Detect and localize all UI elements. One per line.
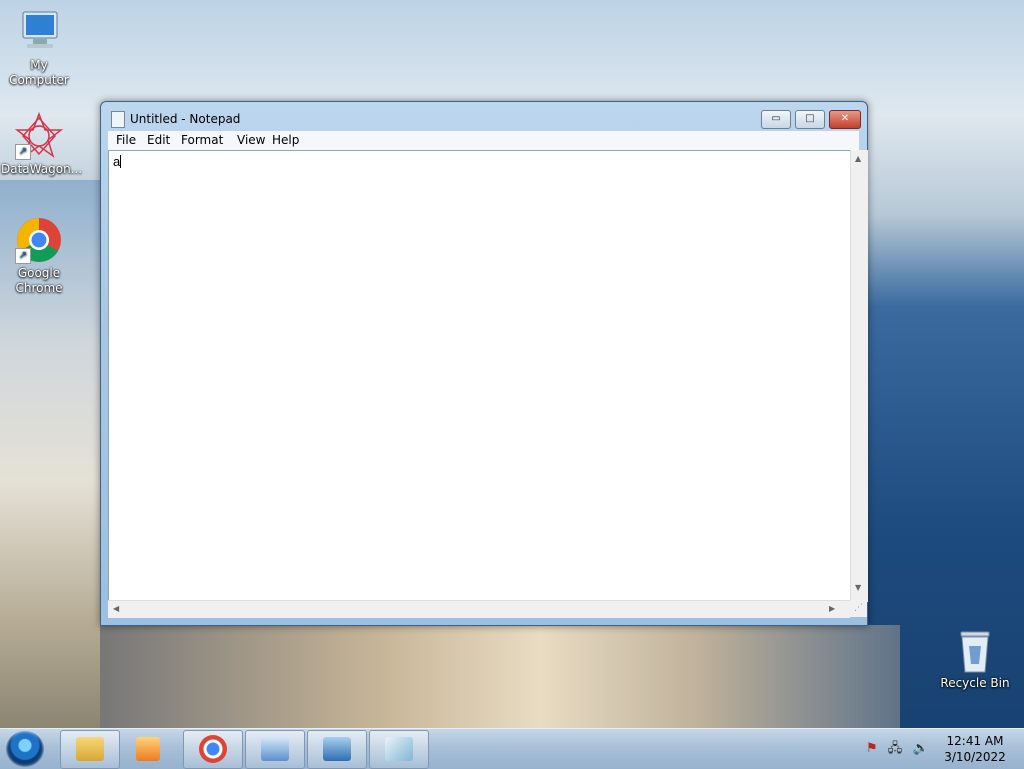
desktop-icon-my-computer[interactable]: My Computer: [1, 8, 77, 88]
menu-view[interactable]: View: [235, 133, 267, 147]
scroll-up-icon[interactable]: ▲: [855, 154, 861, 163]
taskbar-explorer[interactable]: [60, 730, 120, 769]
clock-time: 12:41 AM: [946, 734, 1004, 748]
scroll-down-icon[interactable]: ▼: [855, 583, 861, 592]
horizontal-scrollbar[interactable]: ◀ ▶: [108, 600, 850, 618]
text-editor[interactable]: a: [108, 150, 851, 601]
desktop-icon-datawagon[interactable]: ↗ DataWagon...: [1, 111, 83, 177]
action-center-flag-icon[interactable]: ⚑: [866, 741, 878, 756]
menu-help[interactable]: Help: [270, 133, 301, 147]
control-panel-icon: [261, 737, 289, 761]
notepad-icon: [385, 737, 413, 761]
menu-edit[interactable]: Edit: [145, 133, 172, 147]
notepad-icon: [111, 111, 125, 128]
desktop-icon-recycle-bin[interactable]: Recycle Bin: [937, 630, 1013, 691]
menu-format[interactable]: Format: [179, 133, 225, 147]
start-button[interactable]: [6, 731, 44, 767]
scroll-left-icon[interactable]: ◀: [113, 604, 119, 613]
explorer-icon: [76, 737, 104, 761]
chrome-icon: [199, 735, 227, 763]
desktop-background-bottom: [100, 625, 900, 728]
window-title: Untitled - Notepad: [130, 112, 241, 126]
clock-date: 3/10/2022: [944, 750, 1006, 764]
close-button[interactable]: ✕: [829, 110, 861, 129]
scroll-right-icon[interactable]: ▶: [829, 604, 835, 613]
text-caret: [120, 155, 122, 168]
system-tray: ⚑ 🖧 🔊: [866, 739, 929, 761]
menu-bar: File Edit Format View Help: [108, 131, 859, 150]
minimize-button[interactable]: ▭: [761, 110, 791, 129]
menu-file[interactable]: File: [114, 133, 138, 147]
resize-grip-icon[interactable]: ⋰: [850, 600, 867, 617]
computer-icon: [15, 8, 63, 56]
editor-text: a: [113, 154, 121, 169]
desktop-icon-label: My Computer: [9, 58, 69, 87]
desktop-icon-label: DataWagon...: [1, 162, 83, 176]
title-bar[interactable]: Untitled - Notepad ▭ □ ✕: [101, 102, 867, 132]
shortcut-arrow-icon: ↗: [15, 248, 31, 264]
volume-icon[interactable]: 🔊: [912, 741, 928, 756]
taskbar-control-panel[interactable]: [245, 730, 305, 769]
desktop-icon-label: Google Chrome: [15, 266, 63, 295]
datawagon-icon: ↗: [14, 111, 64, 160]
vertical-scrollbar[interactable]: ▲ ▼: [850, 150, 868, 602]
taskbar-chrome[interactable]: [183, 730, 243, 769]
maximize-button[interactable]: □: [795, 110, 825, 129]
network-icon[interactable]: 🖧: [888, 741, 903, 756]
clock[interactable]: 12:41 AM 3/10/2022: [940, 733, 1010, 765]
desktop-icon-label: Recycle Bin: [940, 676, 1010, 690]
desktop-icon-google-chrome[interactable]: ↗ Google Chrome: [1, 216, 77, 296]
shortcut-arrow-icon: ↗: [15, 144, 31, 160]
chrome-icon: ↗: [15, 216, 63, 264]
picture-viewer-icon: [323, 737, 351, 761]
taskbar: ⚑ 🖧 🔊 12:41 AM 3/10/2022: [0, 728, 1024, 769]
media-player-icon: [136, 737, 160, 761]
recycle-bin-icon: [955, 630, 995, 674]
editor-content: a: [113, 154, 122, 169]
notepad-window[interactable]: Untitled - Notepad ▭ □ ✕ File Edit Forma…: [100, 101, 868, 626]
taskbar-media-player[interactable]: [121, 730, 181, 769]
taskbar-picture-viewer[interactable]: [307, 730, 367, 769]
taskbar-notepad[interactable]: [369, 730, 429, 769]
